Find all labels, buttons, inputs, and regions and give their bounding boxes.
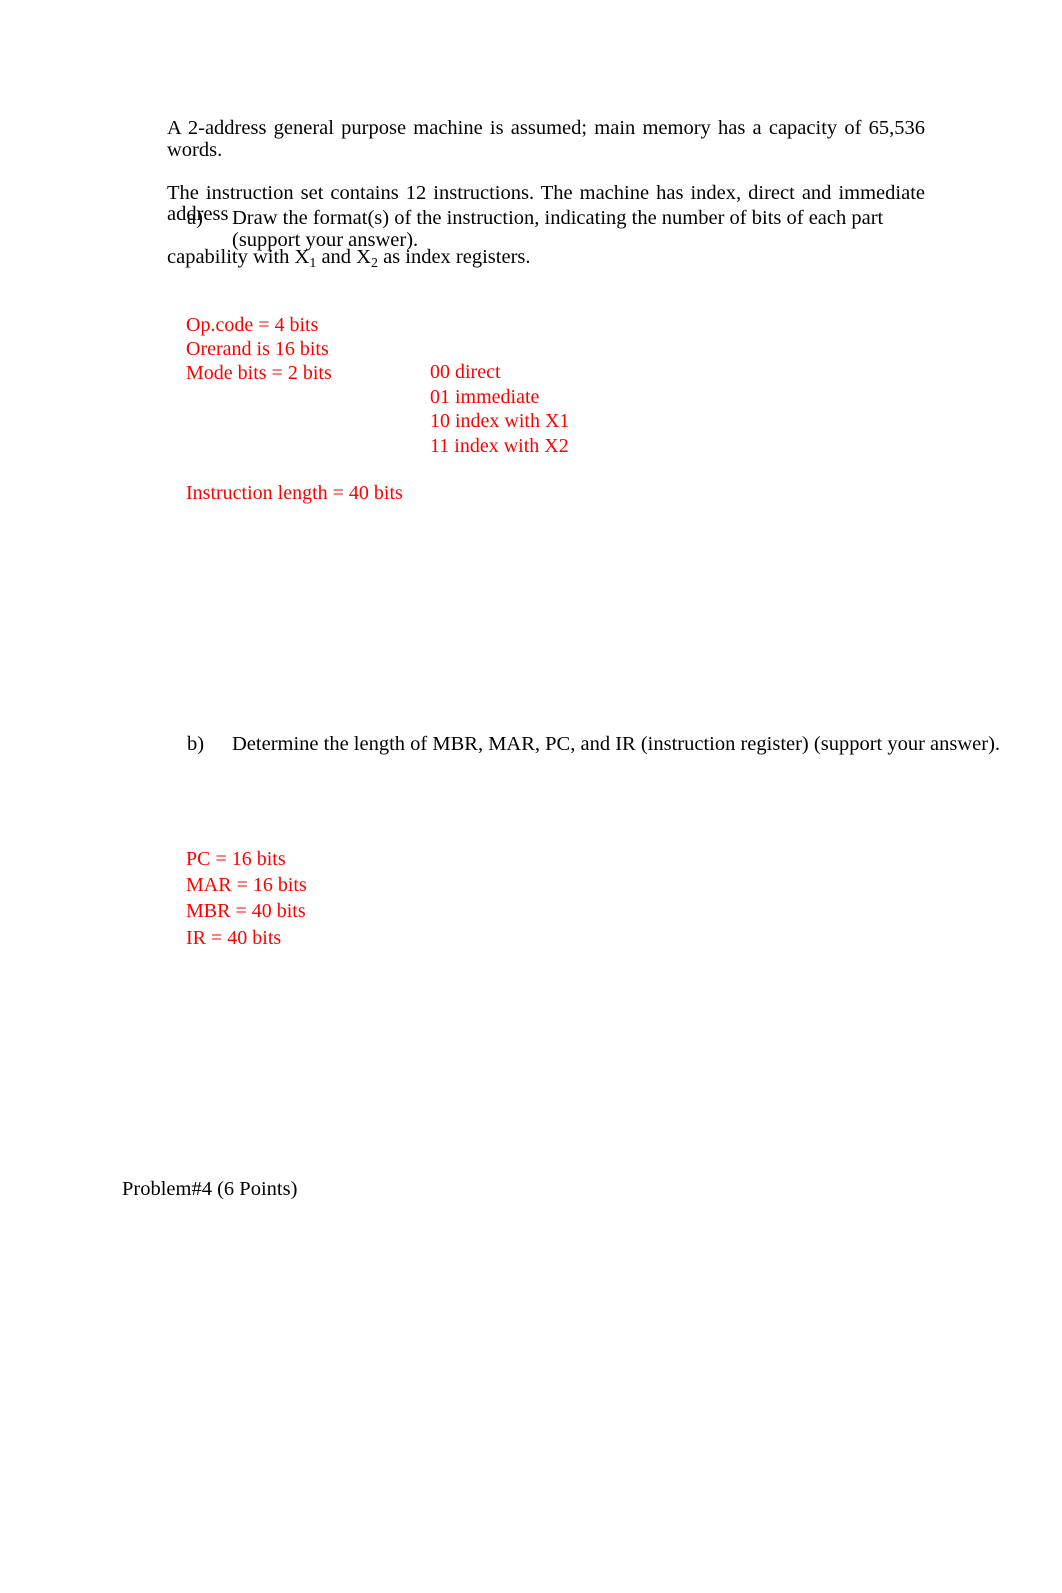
question-b-marker: b) <box>187 733 205 755</box>
answer-addressing-mode-table: 00 direct 01 immediate 10 index with X1 … <box>430 360 569 458</box>
question-item-b: b) Determine the length of MBR, MAR, PC,… <box>187 733 1001 755</box>
x2-subscript: 2 <box>370 255 378 271</box>
answer-mode-bits: Mode bits = 2 bits <box>186 362 332 385</box>
question-b-text: Determine the length of MBR, MAR, PC, an… <box>232 733 1001 755</box>
question-a-marker: a) <box>187 207 203 229</box>
question-a-text: Draw the format(s) of the instruction, i… <box>232 207 884 251</box>
answer-instruction-length-text: Instruction length = 40 bits <box>186 482 403 504</box>
mode-row-index-x1: 10 index with X1 <box>430 410 570 432</box>
intro-line-1: A 2-address general purpose machine is a… <box>167 117 925 161</box>
register-pc-length: PC = 16 bits <box>186 848 286 870</box>
answer-operand-bits: Orerand is 16 bits <box>186 338 329 361</box>
mode-row-immediate: 01 immediate <box>430 385 540 408</box>
answer-instruction-format-fields: Op.code = 4 bits Orerand is 16 bits Mode… <box>186 313 332 386</box>
problem-heading: Problem#4 (6 Points) <box>122 1178 298 1200</box>
answer-opcode-bits: Op.code = 4 bits <box>186 314 319 336</box>
mode-row-index-x2: 11 index with X2 <box>430 434 569 457</box>
register-mbr-length: MBR = 40 bits <box>186 900 306 923</box>
answer-register-lengths: PC = 16 bits MAR = 16 bits MBR = 40 bits… <box>186 846 307 951</box>
answer-instruction-length: Instruction length = 40 bits <box>186 481 403 505</box>
document-page: A 2-address general purpose machine is a… <box>0 0 1062 1593</box>
register-mar-length: MAR = 16 bits <box>186 874 307 897</box>
register-ir-length: IR = 40 bits <box>186 926 282 949</box>
mode-row-direct: 00 direct <box>430 361 501 383</box>
question-item-a: a) Draw the format(s) of the instruction… <box>187 207 932 251</box>
